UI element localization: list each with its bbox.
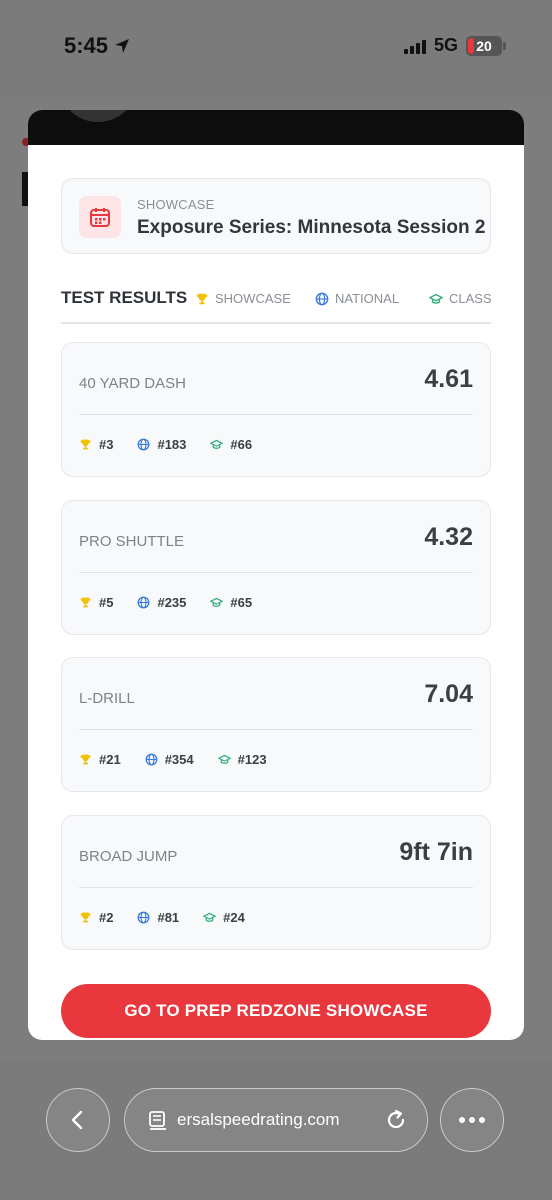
- test-value: 7.04: [424, 680, 473, 708]
- test-name: L-DRILL: [79, 690, 135, 707]
- status-bar: 5:45 5G 20: [0, 0, 552, 96]
- graduation-cap-icon: [210, 597, 224, 607]
- divider: [79, 729, 473, 730]
- graduation-cap-icon: [203, 912, 217, 922]
- battery-icon: 20: [466, 35, 506, 56]
- rank-list: #2 #81 #24: [79, 910, 245, 925]
- globe-icon: [138, 911, 150, 924]
- graduation-cap-icon: [429, 293, 443, 304]
- trophy-icon: [80, 439, 91, 450]
- go-to-showcase-button[interactable]: GO TO PREP REDZONE SHOWCASE: [61, 984, 491, 1038]
- browser-toolbar: ersalspeedrating.com: [0, 1060, 552, 1200]
- class-rank: #24: [203, 910, 245, 925]
- ellipsis-icon: [459, 1117, 485, 1123]
- test-value: 4.32: [424, 523, 473, 551]
- location-arrow-icon: [115, 39, 130, 53]
- test-value: 4.61: [424, 365, 473, 393]
- trophy-icon: [80, 754, 91, 765]
- showcase-rank: #21: [79, 752, 121, 767]
- event-title: Exposure Series: Minnesota Session 2: [137, 217, 486, 238]
- battery-level: 20: [476, 37, 492, 54]
- graduation-cap-icon: [210, 439, 224, 449]
- class-rank-value: #66: [230, 437, 253, 452]
- test-card-l-drill: L-DRILL 7.04 #21 #354 #123: [61, 657, 491, 792]
- class-rank: #123: [217, 752, 267, 767]
- reload-icon[interactable]: [383, 1107, 409, 1133]
- status-time-text: 5:45: [64, 33, 109, 58]
- showcase-rank: #2: [79, 910, 113, 925]
- trophy-icon: [80, 597, 91, 608]
- divider: [79, 572, 473, 573]
- globe-icon: [315, 292, 329, 305]
- status-time: 5:45: [64, 33, 132, 59]
- legend-class-label: CLASS: [449, 291, 492, 306]
- test-name: 40 YARD DASH: [79, 375, 186, 392]
- national-rank-value: #235: [157, 595, 187, 610]
- calendar-icon: [79, 196, 121, 238]
- url-text: ersalspeedrating.com: [177, 1110, 340, 1129]
- legend-class: CLASS: [429, 291, 492, 306]
- signal-icon: [403, 38, 426, 54]
- avatar: [58, 110, 138, 122]
- test-value: 9ft 7in: [399, 838, 473, 866]
- test-card-40-yard-dash: 40 YARD DASH 4.61 #3 #183 #66: [61, 342, 491, 477]
- more-button[interactable]: [440, 1088, 504, 1152]
- network-type: 5G: [433, 35, 458, 55]
- reader-icon[interactable]: [147, 1110, 169, 1132]
- modal-header-strip: [28, 110, 524, 145]
- class-rank-value: #123: [237, 752, 267, 767]
- showcase-rank: #3: [79, 437, 113, 452]
- divider: [79, 887, 473, 888]
- rank-list: #5 #235 #65: [79, 595, 252, 610]
- showcase-rank: #5: [79, 595, 113, 610]
- test-card-broad-jump: BROAD JUMP 9ft 7in #2 #81 #24: [61, 815, 491, 950]
- class-rank-value: #65: [230, 595, 253, 610]
- showcase-rank-value: #3: [99, 437, 114, 452]
- trophy-icon: [80, 912, 91, 923]
- class-rank: #65: [210, 595, 252, 610]
- graduation-cap-icon: [217, 754, 231, 764]
- address-bar[interactable]: ersalspeedrating.com: [124, 1088, 428, 1152]
- globe-icon: [138, 596, 150, 609]
- showcase-rank-value: #2: [99, 910, 114, 925]
- national-rank-value: #81: [157, 910, 180, 925]
- status-indicators: 5G 20: [403, 35, 506, 56]
- national-rank: #183: [137, 437, 186, 452]
- event-kicker: SHOWCASE: [137, 197, 215, 212]
- divider: [79, 414, 473, 415]
- results-title: TEST RESULTS: [61, 288, 188, 307]
- back-button[interactable]: [46, 1088, 110, 1152]
- national-rank: #235: [137, 595, 186, 610]
- rank-list: #21 #354 #123: [79, 752, 267, 767]
- national-rank-value: #183: [157, 437, 187, 452]
- test-name: BROAD JUMP: [79, 848, 178, 865]
- national-rank-value: #354: [164, 752, 194, 767]
- class-rank-value: #24: [223, 910, 245, 925]
- national-rank: #81: [137, 910, 179, 925]
- legend-national-label: NATIONAL: [335, 291, 400, 306]
- globe-icon: [145, 753, 158, 766]
- showcase-rank-value: #5: [99, 595, 114, 610]
- showcase-rank-value: #21: [99, 752, 121, 767]
- results-header: TEST RESULTS SHOWCASE NATIONAL CLASS: [61, 286, 492, 324]
- trophy-icon: [196, 293, 208, 304]
- chevron-left-icon: [71, 1110, 83, 1130]
- legend-showcase: SHOWCASE: [195, 291, 291, 306]
- legend-national: NATIONAL: [315, 291, 399, 306]
- results-modal: SHOWCASE Exposure Series: Minnesota Sess…: [28, 110, 524, 1040]
- class-rank: #66: [210, 437, 252, 452]
- globe-icon: [138, 438, 150, 451]
- test-name: PRO SHUTTLE: [79, 533, 185, 550]
- legend-showcase-label: SHOWCASE: [215, 291, 291, 306]
- test-card-pro-shuttle: PRO SHUTTLE 4.32 #5 #235 #65: [61, 500, 491, 635]
- national-rank: #354: [145, 752, 194, 767]
- rank-list: #3 #183 #66: [79, 437, 252, 452]
- event-card: SHOWCASE Exposure Series: Minnesota Sess…: [61, 178, 491, 254]
